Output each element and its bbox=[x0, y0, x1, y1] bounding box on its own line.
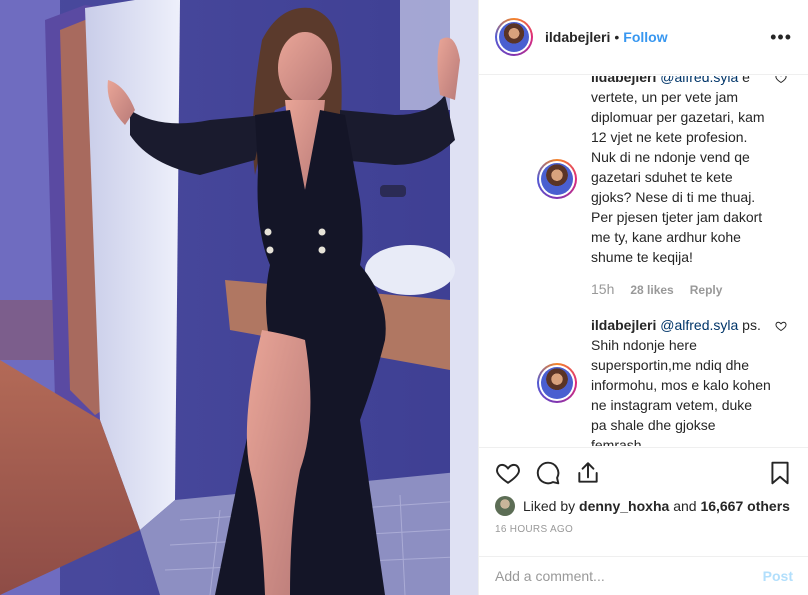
comment-avatar[interactable] bbox=[537, 159, 577, 199]
comment-avatar[interactable] bbox=[537, 363, 577, 403]
comment-mention[interactable]: @alfred.syla bbox=[660, 76, 738, 85]
reply-button[interactable]: Reply bbox=[690, 283, 723, 297]
like-comment-icon[interactable] bbox=[775, 76, 787, 84]
post-sidebar: ildabejleri • Follow ••• ildabejleri @al… bbox=[478, 0, 808, 595]
liked-by-and: and bbox=[673, 498, 697, 514]
comment-text: ildabejleri @alfred.syla e vertete, un p… bbox=[591, 76, 771, 267]
more-options-icon[interactable]: ••• bbox=[770, 27, 792, 48]
action-icons bbox=[495, 458, 793, 488]
bookmark-icon[interactable] bbox=[767, 460, 793, 486]
liked-by-prefix: Liked by bbox=[523, 498, 576, 514]
post-button[interactable]: Post bbox=[763, 568, 793, 584]
liked-by-user[interactable]: denny_hoxha bbox=[579, 498, 669, 514]
liker-avatar[interactable] bbox=[495, 496, 515, 516]
heart-icon[interactable] bbox=[495, 460, 521, 486]
comments-list[interactable]: ildabejleri @alfred.syla e vertete, un p… bbox=[479, 76, 808, 446]
like-comment-icon[interactable] bbox=[775, 320, 787, 332]
comment-mention[interactable]: @alfred.syla bbox=[660, 317, 738, 333]
header-separator: • bbox=[614, 29, 620, 45]
comment-meta: 15h 28 likes Reply bbox=[591, 281, 771, 297]
liked-by-count[interactable]: 16,667 others bbox=[700, 498, 790, 514]
post-photo[interactable] bbox=[0, 0, 478, 595]
comment-likes[interactable]: 28 likes bbox=[630, 283, 673, 297]
liked-by: Liked by denny_hoxha and 16,667 others bbox=[495, 496, 793, 516]
add-comment-bar: Post bbox=[479, 556, 808, 595]
comment-body: vertete, un per vete jam diplomuar per g… bbox=[591, 89, 765, 265]
author-username[interactable]: ildabejleri bbox=[545, 29, 610, 45]
comment-input[interactable] bbox=[495, 568, 763, 584]
comment-time[interactable]: 15h bbox=[591, 281, 614, 297]
author-avatar[interactable] bbox=[495, 18, 533, 56]
comment-username[interactable]: ildabejleri bbox=[591, 76, 656, 85]
post-image bbox=[0, 0, 478, 595]
comment-username[interactable]: ildabejleri bbox=[591, 317, 656, 333]
follow-button[interactable]: Follow bbox=[623, 29, 667, 45]
comment-item: ildabejleri @alfred.syla e vertete, un p… bbox=[479, 76, 808, 297]
comment-body: ps. Shih ndonje here supersportin,me ndi… bbox=[591, 317, 771, 446]
comment-text-tail: e bbox=[742, 76, 750, 85]
comment-icon[interactable] bbox=[535, 460, 561, 486]
post-actions: Liked by denny_hoxha and 16,667 others 1… bbox=[479, 447, 808, 539]
comment-text: ildabejleri @alfred.syla ps. Shih ndonje… bbox=[591, 315, 771, 446]
share-icon[interactable] bbox=[575, 460, 601, 486]
comment-item: ildabejleri @alfred.syla ps. Shih ndonje… bbox=[479, 315, 808, 446]
post-timestamp[interactable]: 16 HOURS AGO bbox=[495, 524, 793, 535]
post-header: ildabejleri • Follow ••• bbox=[479, 0, 808, 75]
